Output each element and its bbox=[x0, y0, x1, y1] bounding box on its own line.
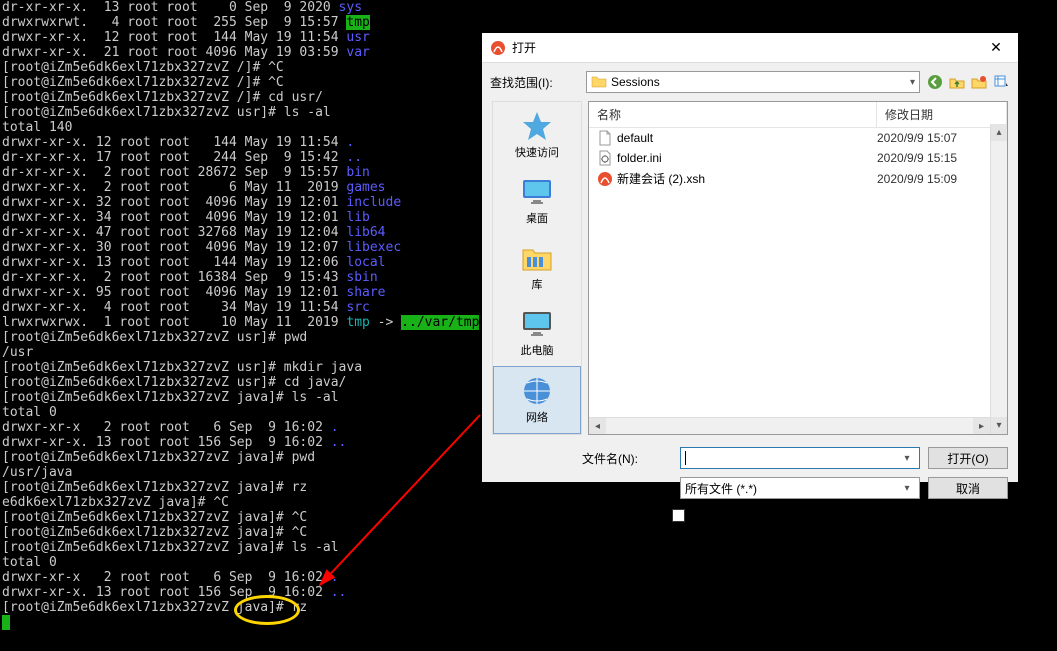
column-name[interactable]: 名称 bbox=[589, 102, 877, 127]
sidebar-item-desktop[interactable]: 桌面 bbox=[493, 168, 581, 234]
chevron-down-icon: ▾ bbox=[910, 77, 915, 88]
places-sidebar: 快速访问桌面库此电脑网络 bbox=[492, 101, 582, 435]
ini-icon bbox=[597, 150, 613, 166]
sidebar-item-label: 桌面 bbox=[526, 210, 548, 226]
scroll-up-arrow[interactable]: ▴ bbox=[991, 124, 1007, 141]
network-icon bbox=[521, 375, 553, 407]
sidebar-item-pc[interactable]: 此电脑 bbox=[493, 300, 581, 366]
back-icon[interactable] bbox=[926, 73, 944, 91]
scroll-left-arrow[interactable]: ◂ bbox=[589, 418, 606, 434]
dialog-titlebar: 打开 ✕ bbox=[482, 33, 1018, 63]
up-folder-icon[interactable] bbox=[948, 73, 966, 91]
dialog-title: 打开 bbox=[512, 39, 982, 56]
new-folder-icon[interactable] bbox=[970, 73, 988, 91]
ascii-checkbox[interactable] bbox=[672, 509, 685, 522]
star-icon bbox=[521, 110, 553, 142]
file-row[interactable]: 新建会话 (2).xsh2020/9/9 15:09 bbox=[589, 168, 1007, 189]
ascii-label: 发送文件到ASCII bbox=[689, 507, 780, 524]
filename-label: 文件名(N): bbox=[582, 450, 672, 467]
scroll-down-arrow[interactable]: ▾ bbox=[991, 417, 1007, 434]
sidebar-item-star[interactable]: 快速访问 bbox=[493, 102, 581, 168]
folder-dropdown[interactable]: Sessions ▾ bbox=[586, 71, 920, 93]
scroll-right-arrow[interactable]: ▸ bbox=[973, 418, 990, 434]
folder-name: Sessions bbox=[611, 75, 660, 89]
file-icon bbox=[597, 130, 613, 146]
chevron-down-icon[interactable]: ▾ bbox=[899, 453, 915, 464]
sidebar-item-label: 库 bbox=[532, 276, 543, 292]
open-dialog: 打开 ✕ 查找范围(I): Sessions ▾ 快速访问桌面库此电脑网络 名称 bbox=[481, 32, 1019, 483]
file-list[interactable]: default2020/9/9 15:07folder.ini2020/9/9 … bbox=[589, 128, 1007, 434]
file-name: default bbox=[617, 131, 877, 145]
horizontal-scrollbar[interactable]: ◂ ▸ bbox=[589, 417, 990, 434]
lookin-label: 查找范围(I): bbox=[490, 74, 580, 91]
desktop-icon bbox=[521, 176, 553, 208]
view-menu-icon[interactable] bbox=[992, 73, 1010, 91]
file-date: 2020/9/9 15:15 bbox=[877, 151, 1007, 165]
vertical-scrollbar[interactable]: ▴ ▾ bbox=[990, 124, 1007, 434]
file-row[interactable]: folder.ini2020/9/9 15:15 bbox=[589, 148, 1007, 168]
file-row[interactable]: default2020/9/9 15:07 bbox=[589, 128, 1007, 148]
column-date[interactable]: 修改日期 bbox=[877, 102, 1007, 127]
file-list-pane: 名称 修改日期 default2020/9/9 15:07folder.ini2… bbox=[588, 101, 1008, 435]
close-button[interactable]: ✕ bbox=[982, 34, 1010, 62]
sidebar-item-label: 此电脑 bbox=[521, 342, 554, 358]
file-date: 2020/9/9 15:07 bbox=[877, 131, 1007, 145]
library-icon bbox=[521, 242, 553, 274]
sidebar-item-library[interactable]: 库 bbox=[493, 234, 581, 300]
filename-input[interactable]: ▾ bbox=[680, 447, 920, 469]
file-name: folder.ini bbox=[617, 151, 877, 165]
sidebar-item-network[interactable]: 网络 bbox=[493, 366, 581, 434]
open-button[interactable]: 打开(O) bbox=[928, 447, 1008, 469]
chevron-down-icon[interactable]: ▾ bbox=[899, 483, 915, 494]
sidebar-item-label: 快速访问 bbox=[515, 144, 559, 160]
file-name: 新建会话 (2).xsh bbox=[617, 170, 877, 187]
file-date: 2020/9/9 15:09 bbox=[877, 172, 1007, 186]
filetype-label: 文件类型(T): bbox=[582, 480, 672, 497]
filetype-dropdown[interactable]: 所有文件 (*.*) ▾ bbox=[680, 477, 920, 499]
sidebar-item-label: 网络 bbox=[526, 409, 548, 425]
cancel-button[interactable]: 取消 bbox=[928, 477, 1008, 499]
pc-icon bbox=[521, 308, 553, 340]
app-icon bbox=[490, 40, 506, 56]
xsh-icon bbox=[597, 171, 613, 187]
